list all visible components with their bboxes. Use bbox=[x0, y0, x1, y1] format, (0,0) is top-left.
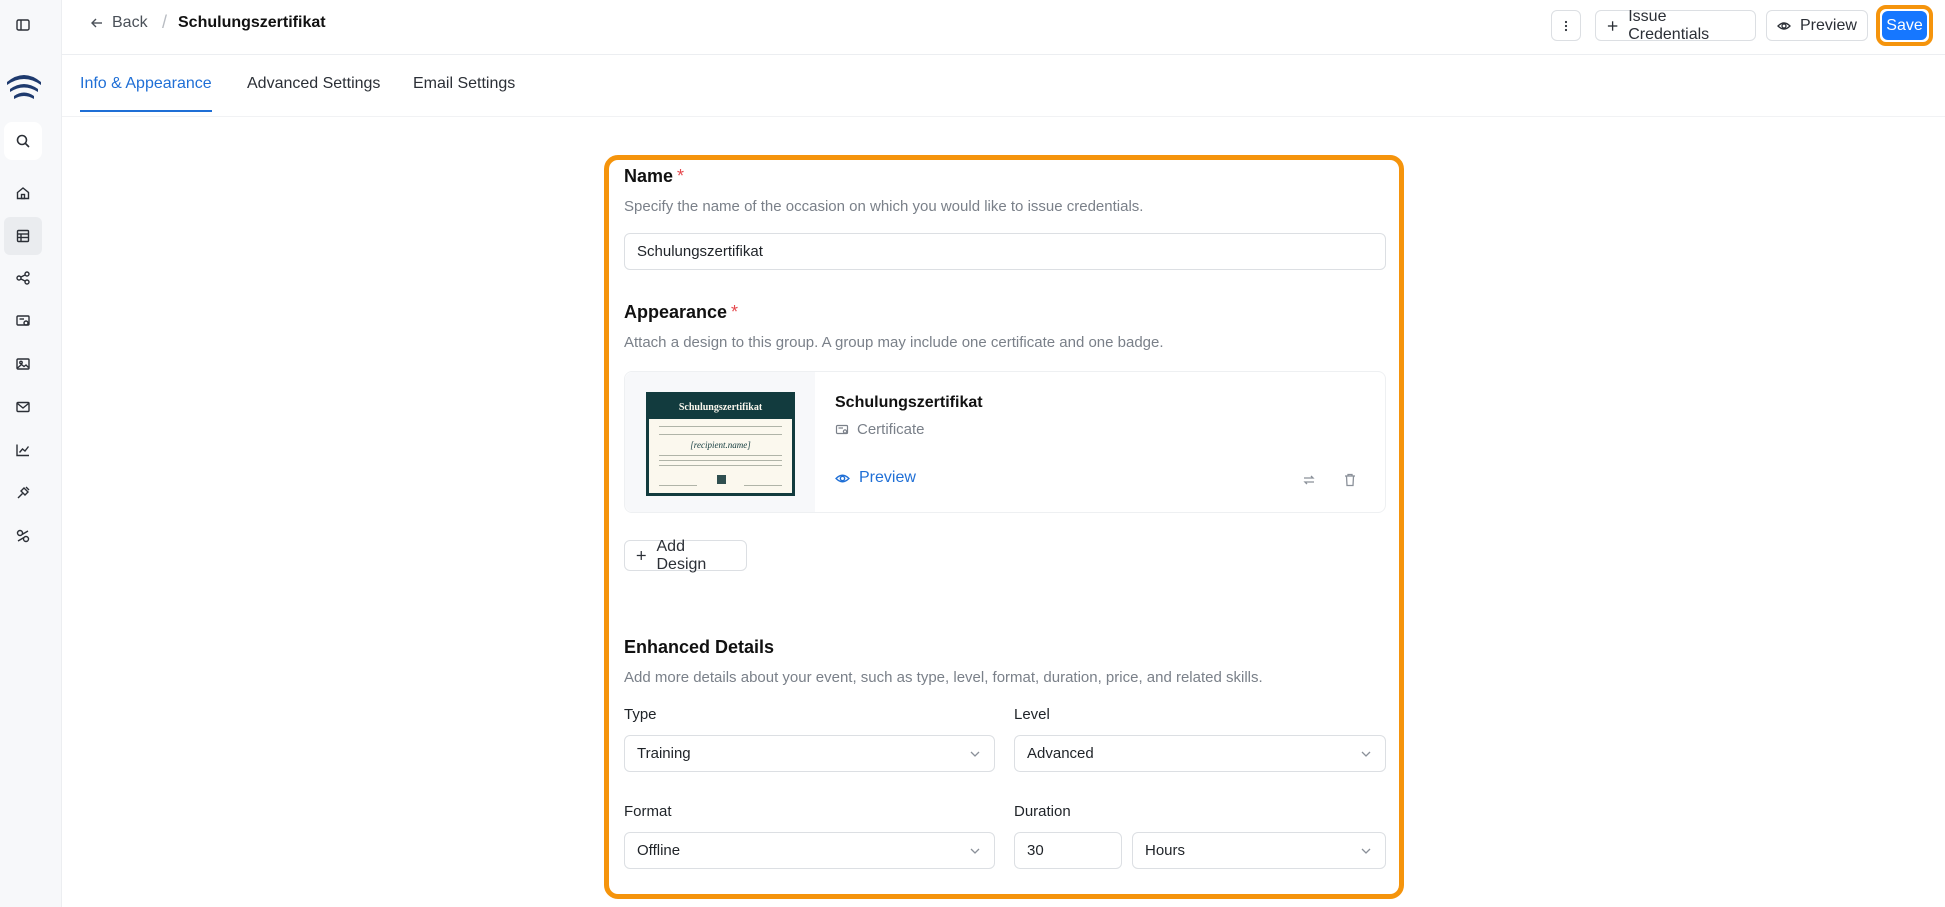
plus-icon bbox=[636, 551, 646, 560]
plus-icon bbox=[1607, 20, 1618, 31]
duration-label: Duration bbox=[1014, 803, 1071, 820]
tab-advanced-settings[interactable]: Advanced Settings bbox=[247, 75, 380, 110]
chevron-down-icon bbox=[1361, 848, 1371, 854]
save-button[interactable]: Save bbox=[1882, 11, 1927, 40]
replace-design-icon[interactable] bbox=[1301, 472, 1317, 488]
level-select[interactable]: Advanced bbox=[1014, 735, 1386, 772]
tab-bar: Info & Appearance Advanced Settings Emai… bbox=[62, 55, 1945, 117]
sidebar-toggle-icon[interactable] bbox=[11, 13, 35, 37]
name-label: Name * bbox=[624, 166, 685, 186]
design-card: Schulungszertifikat [recipient.name] Sch… bbox=[624, 371, 1386, 513]
tab-info-appearance[interactable]: Info & Appearance bbox=[80, 75, 212, 112]
save-highlight: Save bbox=[1876, 5, 1933, 46]
certificate-thumb-title: Schulungszertifikat bbox=[649, 395, 792, 419]
type-label: Type bbox=[624, 706, 657, 723]
design-type: Certificate bbox=[835, 421, 925, 438]
eye-icon bbox=[835, 474, 850, 482]
name-description: Specify the name of the occasion on whic… bbox=[624, 198, 1144, 215]
duration-input[interactable]: 30 bbox=[1014, 832, 1122, 869]
arrow-left-icon bbox=[91, 18, 102, 28]
certificate-thumb-recipient: [recipient.name] bbox=[690, 440, 751, 450]
eye-icon bbox=[1777, 21, 1791, 30]
issue-credentials-label: Issue Credentials bbox=[1628, 7, 1710, 43]
mail-icon[interactable] bbox=[11, 395, 35, 419]
home-icon[interactable] bbox=[11, 181, 35, 205]
chevron-down-icon bbox=[970, 751, 980, 757]
chevron-down-icon bbox=[1361, 751, 1371, 757]
enhanced-details-title: Enhanced Details bbox=[624, 637, 775, 657]
appearance-description: Attach a design to this group. A group m… bbox=[624, 334, 1164, 351]
app-logo-icon[interactable] bbox=[5, 70, 43, 104]
certificate-preview-image: Schulungszertifikat [recipient.name] bbox=[646, 392, 795, 496]
back-label: Back bbox=[112, 14, 148, 31]
qr-code-icon bbox=[717, 475, 726, 484]
vertical-dots-icon bbox=[1564, 20, 1568, 31]
level-label: Level bbox=[1014, 706, 1050, 723]
name-input[interactable]: Schulungszertifikat bbox=[624, 233, 1386, 270]
add-design-button[interactable]: Add Design bbox=[624, 538, 747, 573]
page-title: Schulungszertifikat bbox=[178, 14, 326, 31]
duration-unit-select[interactable]: Hours bbox=[1132, 832, 1386, 869]
brand-icon[interactable] bbox=[11, 524, 35, 548]
delete-design-icon[interactable] bbox=[1342, 472, 1358, 488]
groups-icon[interactable] bbox=[4, 217, 42, 255]
sidebar bbox=[0, 0, 62, 907]
design-preview-link[interactable]: Preview bbox=[835, 469, 916, 487]
more-options-button[interactable] bbox=[1551, 10, 1581, 41]
tab-email-settings[interactable]: Email Settings bbox=[413, 75, 515, 110]
workflow-icon[interactable] bbox=[11, 266, 35, 290]
top-header: Back / Schulungszertifikat Issue Credent… bbox=[62, 0, 1945, 55]
format-label: Format bbox=[624, 803, 672, 820]
name-input-value: Schulungszertifikat bbox=[637, 243, 763, 260]
design-title: Schulungszertifikat bbox=[835, 394, 983, 411]
back-button[interactable]: Back bbox=[90, 14, 148, 32]
preview-label: Preview bbox=[1800, 16, 1857, 34]
format-select[interactable]: Offline bbox=[624, 832, 995, 869]
breadcrumb-separator: / bbox=[162, 12, 168, 32]
enhanced-details-description: Add more details about your event, such … bbox=[624, 669, 1263, 686]
design-thumbnail[interactable]: Schulungszertifikat [recipient.name] bbox=[625, 372, 815, 512]
appearance-label: Appearance * bbox=[624, 302, 739, 322]
chevron-down-icon bbox=[970, 848, 980, 854]
issue-credentials-button[interactable]: Issue Credentials bbox=[1595, 7, 1756, 43]
certificate-icon bbox=[835, 424, 849, 434]
preview-button[interactable]: Preview bbox=[1766, 10, 1868, 41]
credential-icon[interactable] bbox=[11, 309, 35, 333]
integrations-icon[interactable] bbox=[11, 481, 35, 505]
image-icon[interactable] bbox=[11, 352, 35, 376]
type-select[interactable]: Training bbox=[624, 735, 995, 772]
required-mark: * bbox=[731, 302, 739, 322]
search-icon[interactable] bbox=[4, 122, 42, 160]
analytics-icon[interactable] bbox=[11, 438, 35, 462]
required-mark: * bbox=[677, 166, 685, 186]
